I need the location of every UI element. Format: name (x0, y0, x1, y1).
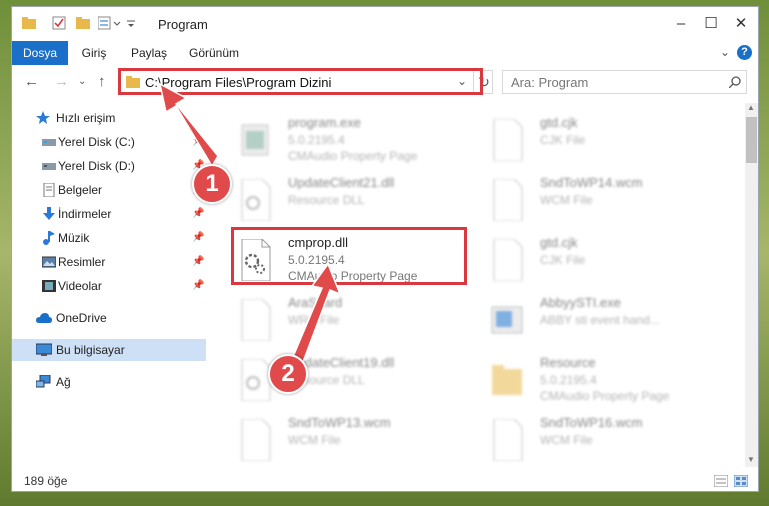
annotation-arrows (158, 82, 342, 372)
step-marker-2: 2 (268, 354, 308, 394)
step-marker-1: 1 (192, 164, 232, 204)
arrow-1 (158, 82, 219, 168)
arrow-2 (289, 262, 342, 372)
